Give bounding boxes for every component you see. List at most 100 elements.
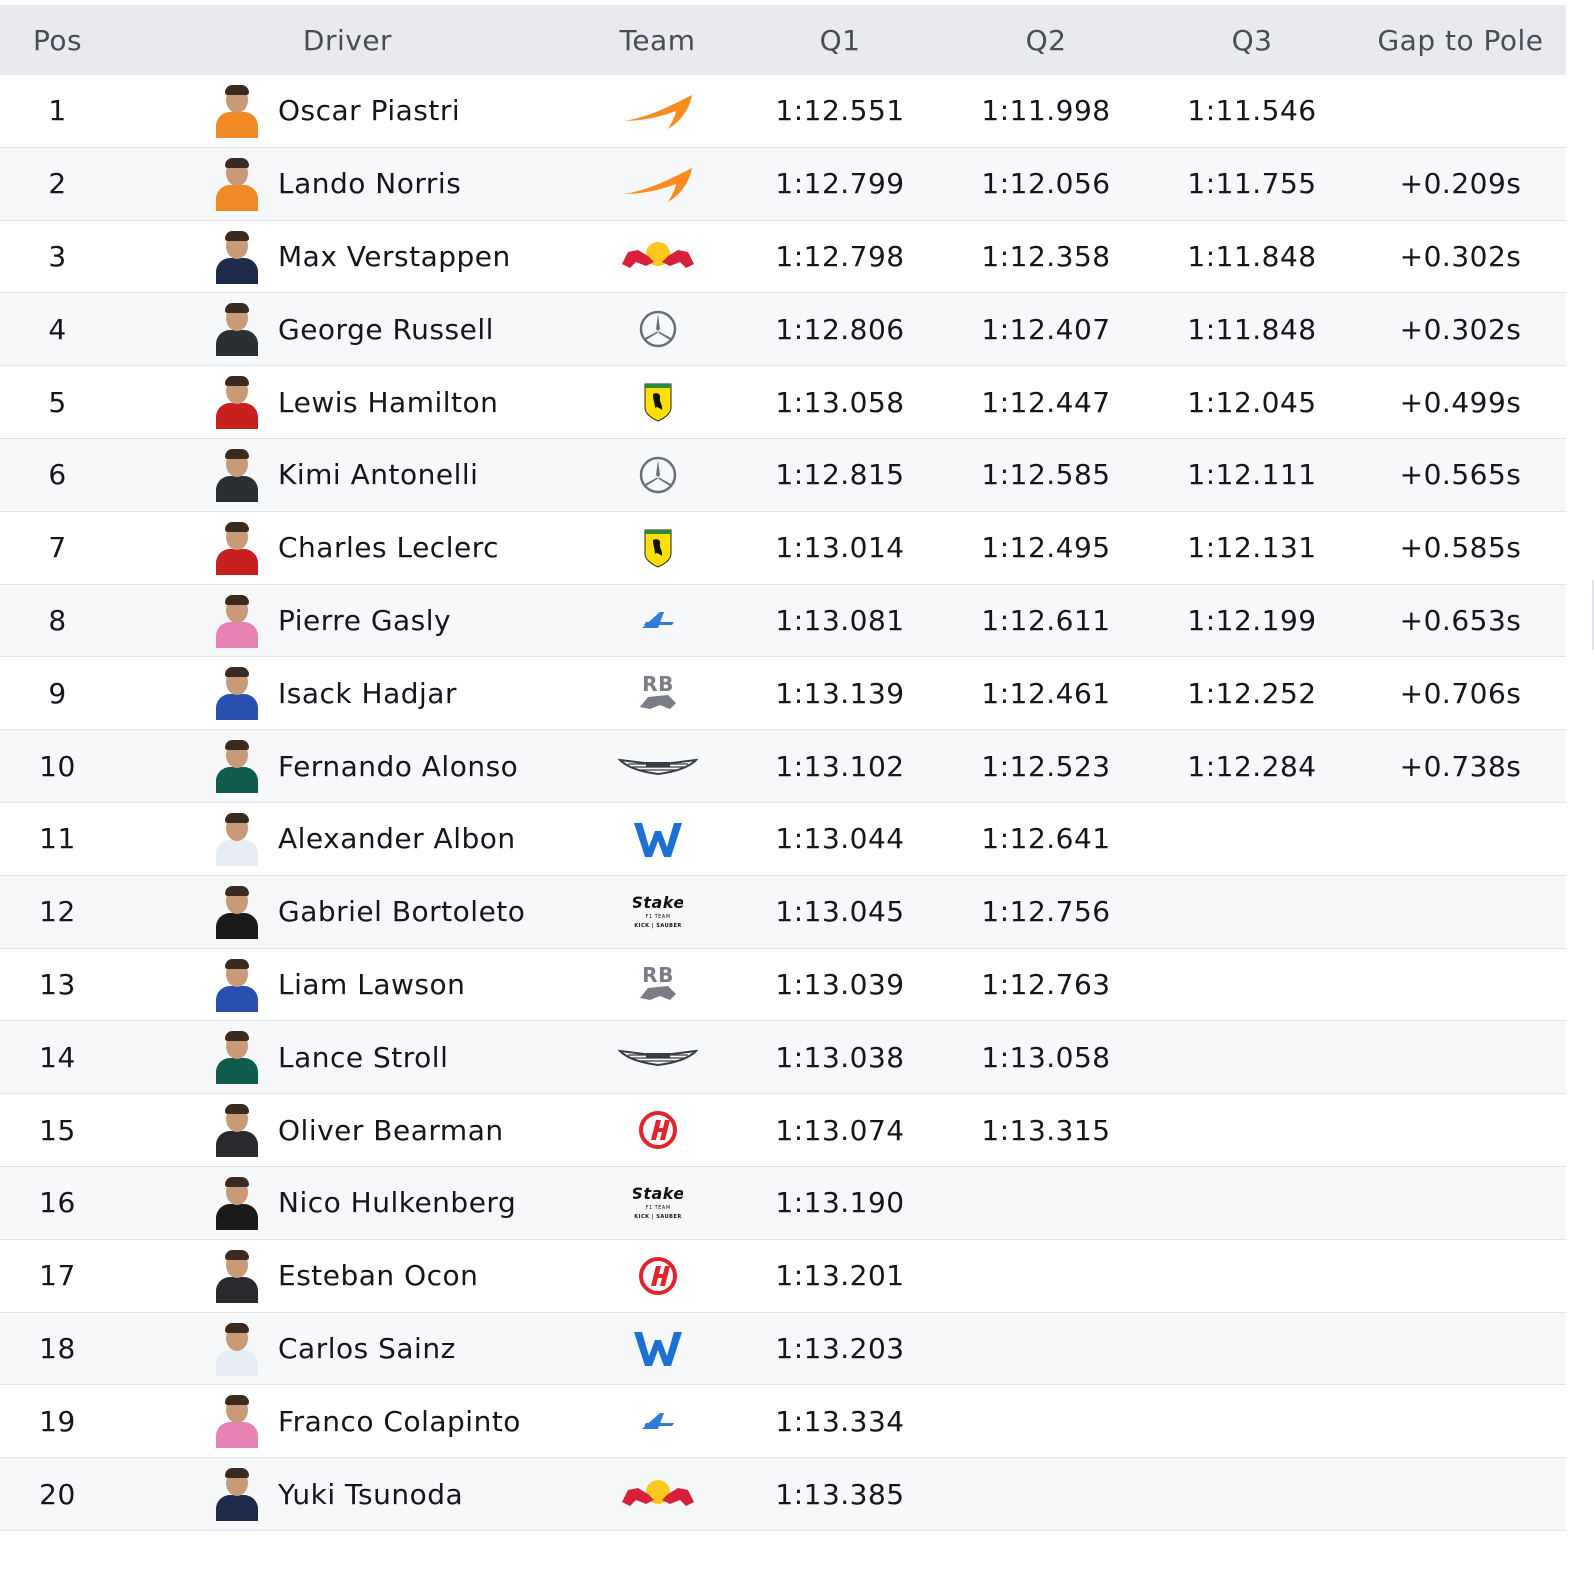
q3-time [1152,1313,1352,1385]
table-row[interactable]: 16 Nico Hulkenberg Stake F1 TEAM KICK | SA… [0,1166,1566,1240]
alpine-logo-icon [618,598,698,642]
team-cell: Stake F1 TEAM KICK | SAUBER [595,1167,720,1239]
position: 1 [48,94,67,128]
driver-name[interactable]: Pierre Gasly [278,585,451,657]
driver-name[interactable]: Lewis Hamilton [278,366,498,438]
q1-time: 1:13.201 [775,1259,905,1293]
svg-text:RB: RB [642,673,674,696]
svg-text:KICK | SAUBER: KICK | SAUBER [634,1214,682,1220]
gap-to-pole [1358,1094,1563,1166]
table-row[interactable]: 5 Lewis Hamilton 1:13.058 1:12.447 1:12.… [0,366,1566,439]
q3-time [1152,1385,1352,1457]
table-row[interactable]: 19 Franco Colapinto 1:13.334 [0,1385,1566,1459]
gap-to-pole [1358,1021,1563,1093]
q2-time: 1:12.611 [981,603,1111,637]
driver-name[interactable]: Max Verstappen [278,221,511,293]
driver-name[interactable]: Gabriel Bortoleto [278,876,525,948]
position: 9 [48,676,67,710]
position: 10 [39,749,76,783]
header-gap-to-pole: Gap to Pole [1377,23,1544,57]
driver-name[interactable]: Kimi Antonelli [278,439,478,511]
q3-time: 1:11.755 [1187,167,1317,201]
team-cell [595,1094,720,1166]
table-row[interactable]: 14 Lance Stroll 1:13.038 1:13.058 [0,1021,1566,1095]
q2-time: 1:12.358 [981,239,1111,273]
driver-avatar [212,1176,262,1230]
q2-time: 1:11.998 [981,94,1111,128]
driver-name[interactable]: Franco Colapinto [278,1385,521,1457]
table-row[interactable]: 9 Isack Hadjar RB 1:13.139 1:12.461 1:12… [0,657,1566,731]
gap-to-pole: +0.499s [1399,385,1522,419]
driver-name[interactable]: Isack Hadjar [278,657,457,729]
table-row[interactable]: 6 Kimi Antonelli 1:12.815 1:12.585 1:12.… [0,438,1566,512]
driver-name[interactable]: Yuki Tsunoda [278,1458,463,1530]
table-row[interactable]: 12 Gabriel Bortoleto Stake F1 TEAM KICK | … [0,875,1566,949]
team-cell: Stake F1 TEAM KICK | SAUBER [595,876,720,948]
driver-name[interactable]: George Russell [278,293,494,365]
gap-to-pole: +0.565s [1399,458,1522,492]
mercedes-logo-icon [618,307,698,351]
gap-to-pole: +0.706s [1399,676,1522,710]
team-cell [595,148,720,220]
q3-time [1152,803,1352,875]
position: 20 [39,1477,76,1511]
gap-to-pole: +0.653s [1399,603,1522,637]
table-row[interactable]: 7 Charles Leclerc 1:13.014 1:12.495 1:12… [0,512,1566,585]
table-row[interactable]: 20 Yuki Tsunoda 1:13.385 [0,1458,1566,1531]
driver-avatar [212,448,262,502]
table-row[interactable]: 13 Liam Lawson RB 1:13.039 1:12.763 [0,949,1566,1022]
aston-martin-logo-icon [617,744,698,788]
position: 6 [48,458,67,492]
q1-time: 1:12.799 [775,167,905,201]
team-cell [595,730,720,802]
q2-time: 1:12.447 [981,385,1111,419]
stake-sauber-logo-icon: Stake F1 TEAM KICK | SAUBER [618,1181,698,1225]
position: 14 [39,1040,76,1074]
q1-time: 1:13.045 [775,895,905,929]
table-row[interactable]: 8 Pierre Gasly 1:13.081 1:12.611 1:12.19… [0,584,1566,658]
table-row[interactable]: 10 Fernando Alonso 1:13.102 1:12.523 1:1… [0,730,1566,803]
position: 8 [48,603,67,637]
q2-time [946,1313,1146,1385]
q2-time: 1:13.315 [981,1113,1111,1147]
table-row[interactable]: 1 Oscar Piastri 1:12.551 1:11.998 1:11.5… [0,75,1566,148]
table-body: 1 Oscar Piastri 1:12.551 1:11.998 1:11.5… [0,75,1566,1531]
gap-to-pole [1358,1240,1563,1312]
position: 11 [39,822,76,856]
driver-name[interactable]: Alexander Albon [278,803,516,875]
team-cell [595,585,720,657]
driver-avatar [212,230,262,284]
q3-time: 1:11.546 [1187,94,1317,128]
table-row[interactable]: 17 Esteban Ocon 1:13.201 [0,1240,1566,1313]
team-cell [595,293,720,365]
table-header: Pos Driver Team Q1 Q2 Q3 Gap to Pole [0,5,1566,75]
table-row[interactable]: 2 Lando Norris 1:12.799 1:12.056 1:11.75… [0,147,1566,221]
q1-time: 1:13.014 [775,531,905,565]
mclaren-logo-icon [618,162,698,206]
driver-name[interactable]: Lance Stroll [278,1021,448,1093]
table-row[interactable]: 18 Carlos Sainz 1:13.203 [0,1312,1566,1386]
williams-logo-icon [618,817,698,861]
driver-name[interactable]: Charles Leclerc [278,512,499,584]
driver-avatar [212,812,262,866]
driver-name[interactable]: Fernando Alonso [278,730,518,802]
table-row[interactable]: 11 Alexander Albon 1:13.044 1:12.641 [0,803,1566,876]
driver-name[interactable]: Oscar Piastri [278,75,460,147]
position: 15 [39,1113,76,1147]
driver-name[interactable]: Lando Norris [278,148,461,220]
team-cell [595,221,720,293]
q3-time: 1:12.045 [1187,385,1317,419]
table-row[interactable]: 15 Oliver Bearman 1:13.074 1:13.315 [0,1094,1566,1167]
table-row[interactable]: 3 Max Verstappen 1:12.798 1:12.358 1:11.… [0,221,1566,294]
driver-name[interactable]: Esteban Ocon [278,1240,478,1312]
driver-name[interactable]: Nico Hulkenberg [278,1167,516,1239]
header-q1: Q1 [819,23,861,57]
table-row[interactable]: 4 George Russell 1:12.806 1:12.407 1:11.… [0,293,1566,367]
driver-avatar [212,594,262,648]
driver-name[interactable]: Oliver Bearman [278,1094,504,1166]
racing-bulls-logo-icon: RB [618,671,698,715]
driver-name[interactable]: Carlos Sainz [278,1313,456,1385]
haas-logo-icon [618,1254,698,1298]
gap-to-pole: +0.585s [1399,531,1522,565]
driver-name[interactable]: Liam Lawson [278,949,465,1021]
